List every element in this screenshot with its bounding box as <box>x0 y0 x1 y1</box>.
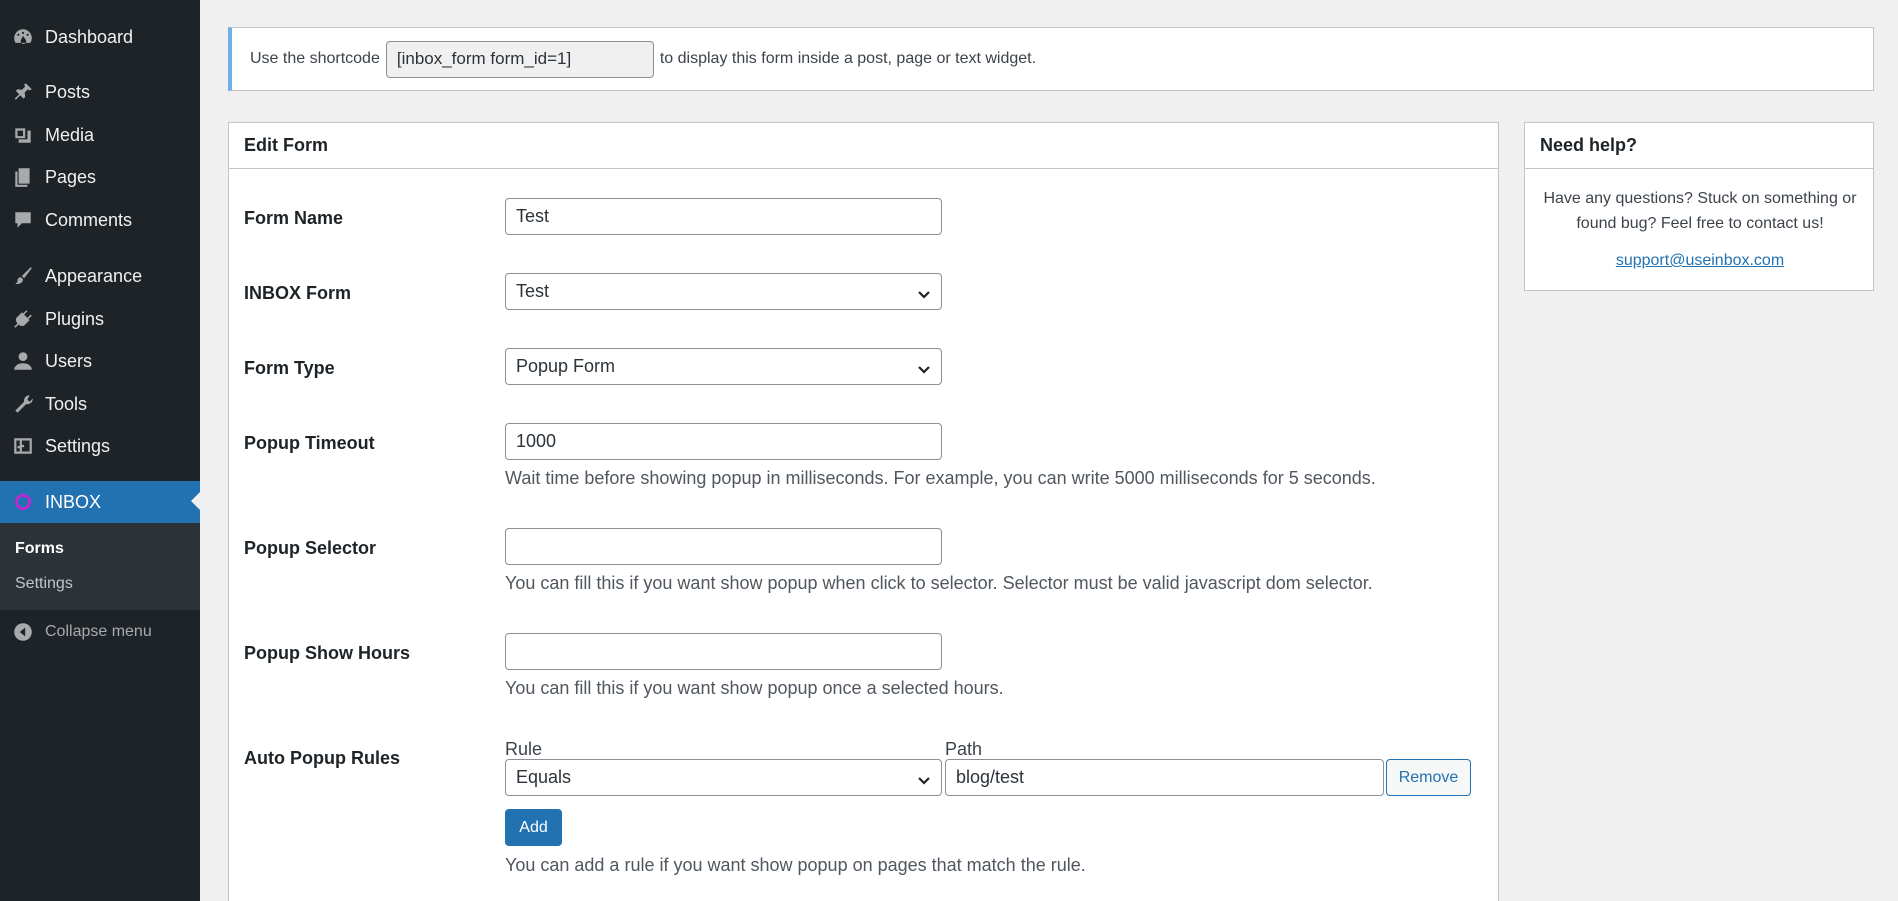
auto-popup-rules-label: Auto Popup Rules <box>244 748 400 768</box>
inbox-form-label: INBOX Form <box>244 283 352 303</box>
add-rule-button[interactable]: Add <box>505 809 562 846</box>
sidebar-item-label: INBOX <box>45 491 102 512</box>
inbox-logo-icon <box>12 491 34 513</box>
popup-timeout-label: Popup Timeout <box>244 433 375 453</box>
popup-timeout-input[interactable] <box>505 423 942 460</box>
sidebar-item-appearance[interactable]: Appearance <box>0 256 200 296</box>
sidebar-item-label: Pages <box>45 166 97 187</box>
sidebar-item-label: Settings <box>45 435 111 456</box>
notice-text-before: Use the shortcode <box>250 50 380 67</box>
sidebar-item-settings[interactable]: Settings <box>0 426 200 466</box>
pin-icon <box>12 81 34 103</box>
brush-icon <box>12 265 34 287</box>
user-icon <box>12 350 34 372</box>
form-name-input[interactable] <box>505 198 942 235</box>
sidebar-item-label: Plugins <box>45 308 105 329</box>
comment-icon <box>12 209 34 231</box>
sidebar-item-dashboard[interactable]: Dashboard <box>0 17 200 57</box>
chevron-down-icon <box>917 772 931 786</box>
settings-icon <box>12 435 34 457</box>
collapse-arrow-icon <box>12 621 34 643</box>
rule-select[interactable]: Equals <box>505 759 942 796</box>
pages-icon <box>12 166 34 188</box>
path-input[interactable] <box>945 759 1384 796</box>
dashboard-icon <box>12 26 34 48</box>
collapse-menu-label: Collapse menu <box>45 623 152 640</box>
edit-form-panel: Edit Form Form Name INBOX Form Test Form… <box>228 122 1499 901</box>
sidebar-item-comments[interactable]: Comments <box>0 200 200 240</box>
form-type-label: Form Type <box>244 358 335 378</box>
sidebar-item-media[interactable]: Media <box>0 115 200 155</box>
popup-show-hours-label: Popup Show Hours <box>244 643 410 663</box>
submenu-item-settings[interactable]: Settings <box>15 575 73 593</box>
plugin-icon <box>12 308 34 330</box>
path-column-header: Path <box>945 739 983 759</box>
sidebar-item-label: Dashboard <box>45 26 134 47</box>
sidebar-item-inbox[interactable]: INBOX <box>0 481 200 523</box>
form-type-select[interactable]: Popup Form <box>505 348 942 385</box>
inbox-form-selected: Test <box>516 281 550 301</box>
sidebar-item-label: Comments <box>45 209 133 230</box>
shortcode-field[interactable] <box>385 40 654 78</box>
notice-text-after: to display this form inside a post, page… <box>659 50 1037 67</box>
help-text: Have any questions? Stuck on something o… <box>1543 190 1857 232</box>
help-title: Need help? <box>1525 123 1873 169</box>
rule-column-header: Rule <box>505 739 543 759</box>
popup-selector-input[interactable] <box>505 528 942 565</box>
popup-show-hours-input[interactable] <box>505 633 942 670</box>
admin-sidebar: Dashboard Posts Media Pages Comments App… <box>0 0 200 901</box>
media-icon <box>12 124 34 146</box>
collapse-menu-button[interactable]: Collapse menu <box>0 612 200 652</box>
form-name-label: Form Name <box>244 208 344 228</box>
popup-show-hours-description: You can fill this if you want show popup… <box>505 678 1004 698</box>
help-panel: Need help? Have any questions? Stuck on … <box>1524 122 1874 291</box>
auto-popup-rules-description: You can add a rule if you want show popu… <box>505 855 1086 875</box>
sidebar-item-tools[interactable]: Tools <box>0 384 200 424</box>
popup-timeout-description: Wait time before showing popup in millis… <box>505 468 1376 488</box>
active-menu-arrow <box>191 492 200 510</box>
chevron-down-icon <box>917 361 931 375</box>
inbox-form-select[interactable]: Test <box>505 273 942 310</box>
sidebar-item-posts[interactable]: Posts <box>0 72 200 112</box>
panel-title: Edit Form <box>229 123 1498 169</box>
form-type-selected: Popup Form <box>516 356 616 376</box>
popup-selector-description: You can fill this if you want show popup… <box>505 573 1373 593</box>
sidebar-item-label: Media <box>45 124 95 145</box>
sidebar-item-label: Posts <box>45 81 91 102</box>
sidebar-item-plugins[interactable]: Plugins <box>0 299 200 339</box>
sidebar-item-users[interactable]: Users <box>0 341 200 381</box>
popup-selector-label: Popup Selector <box>244 538 377 558</box>
sidebar-item-label: Tools <box>45 393 88 414</box>
submenu-item-forms[interactable]: Forms <box>15 540 64 558</box>
wrench-icon <box>12 393 34 415</box>
inbox-submenu: Forms Settings <box>0 523 200 610</box>
chevron-down-icon <box>917 286 931 300</box>
sidebar-item-label: Appearance <box>45 265 143 286</box>
shortcode-notice: Use the shortcode to display this form i… <box>228 27 1874 91</box>
remove-rule-button[interactable]: Remove <box>1386 759 1471 796</box>
rule-selected: Equals <box>516 767 572 787</box>
sidebar-item-label: Users <box>45 350 93 371</box>
support-email-link[interactable]: support@useinbox.com <box>1525 252 1875 270</box>
sidebar-item-pages[interactable]: Pages <box>0 157 200 197</box>
